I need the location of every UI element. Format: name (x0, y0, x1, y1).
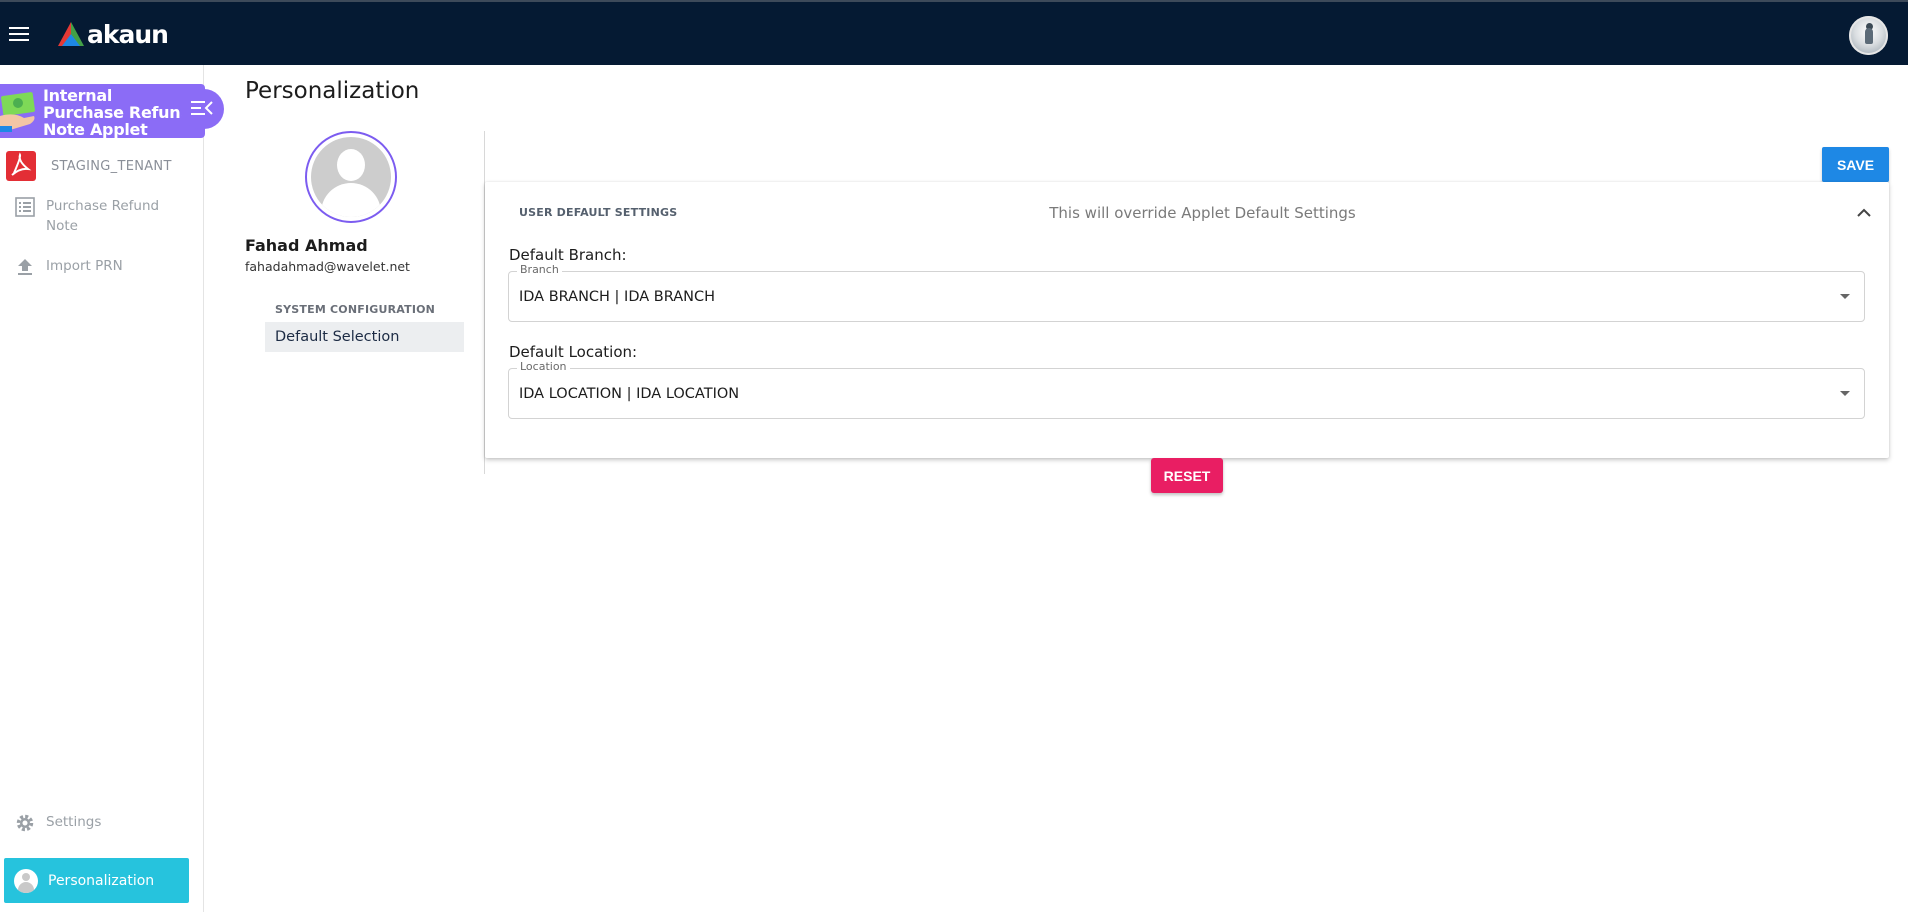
gear-icon (16, 814, 34, 832)
save-button[interactable]: SAVE (1822, 147, 1889, 182)
profile-picture[interactable] (305, 131, 397, 223)
hamburger-icon[interactable] (9, 27, 29, 41)
menu-collapse-icon (191, 101, 213, 115)
nav-item-default-selection[interactable]: Default Selection (265, 322, 464, 352)
nav-section-heading: SYSTEM CONFIGURATION (275, 303, 436, 316)
list-icon (15, 197, 35, 217)
money-hand-icon (0, 92, 35, 132)
panel-title: USER DEFAULT SETTINGS (519, 206, 678, 219)
tenant-logo-icon (6, 151, 36, 181)
user-default-settings-panel: USER DEFAULT SETTINGS This will override… (485, 182, 1889, 458)
akaun-logo-icon (58, 22, 84, 46)
user-icon (14, 868, 38, 893)
user-name: Fahad Ahmad (245, 236, 368, 255)
sidebar-item-label: Import PRN (46, 258, 123, 274)
chevron-up-icon[interactable] (1855, 206, 1873, 220)
akaun-logo[interactable]: akaun (58, 19, 169, 49)
location-value: IDA LOCATION | IDA LOCATION (519, 386, 740, 402)
branch-select[interactable]: Branch IDA BRANCH | IDA BRANCH (508, 263, 1865, 322)
location-select[interactable]: Location IDA LOCATION | IDA LOCATION (508, 360, 1865, 419)
sidebar-item-label: Settings (46, 814, 102, 830)
applet-title: Internal Purchase Refund Note Applet (43, 86, 192, 139)
dropdown-arrow-icon (1840, 391, 1850, 396)
reset-button[interactable]: RESET (1151, 458, 1223, 493)
sidebar: Internal Purchase Refund Note Applet STA… (0, 65, 224, 912)
sidebar-item-label: Personalization (48, 872, 155, 889)
user-avatar-icon[interactable] (1849, 16, 1888, 55)
top-bar: akaun (0, 0, 1908, 65)
sidebar-item-personalization[interactable]: Personalization (4, 858, 189, 903)
location-float-label: Location (517, 360, 570, 373)
panel-subtitle: This will override Applet Default Settin… (1049, 204, 1356, 222)
logo-text: akaun (87, 19, 169, 49)
default-avatar-icon (311, 137, 391, 217)
sidebar-item-label: Purchase Refund Note (46, 198, 160, 234)
default-branch-label: Default Branch: (509, 246, 627, 264)
applet-header: Internal Purchase Refund Note Applet (0, 84, 205, 138)
page-title: Personalization (245, 78, 420, 104)
branch-value: IDA BRANCH | IDA BRANCH (519, 289, 715, 305)
default-location-label: Default Location: (509, 343, 638, 361)
sidebar-item-settings[interactable]: Settings (14, 812, 101, 834)
sidebar-item-import-prn[interactable]: Import PRN (14, 256, 123, 278)
dropdown-arrow-icon (1840, 294, 1850, 299)
tenant-label: STAGING_TENANT (51, 158, 172, 174)
upload-icon (18, 259, 32, 275)
sidebar-item-purchase-refund-note[interactable]: Purchase Refund Note (14, 196, 166, 236)
branch-float-label: Branch (517, 263, 562, 276)
user-email: fahadahmad@wavelet.net (245, 259, 410, 274)
tenant-row[interactable]: STAGING_TENANT (6, 151, 172, 181)
collapse-sidebar-button[interactable] (180, 89, 224, 129)
